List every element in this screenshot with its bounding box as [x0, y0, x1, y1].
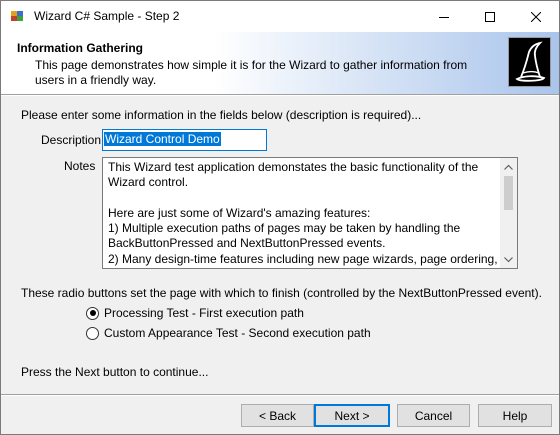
notes-label: Notes	[64, 159, 96, 173]
radio-button-checked[interactable]	[86, 306, 99, 320]
description-input-value: Wizard Control Demo	[104, 132, 221, 146]
app-icon	[10, 9, 24, 23]
scroll-up-button[interactable]	[500, 158, 517, 175]
description-label: Description	[41, 133, 102, 147]
close-icon	[531, 11, 541, 22]
scroll-down-button[interactable]	[500, 251, 517, 268]
radio-prompt: These radio buttons set the page with wh…	[21, 286, 542, 300]
notes-textarea[interactable]: This Wizard test application demonstates…	[102, 157, 518, 269]
chevron-down-icon	[504, 256, 513, 262]
minimize-button[interactable]	[421, 1, 467, 32]
footer-instruction: Press the Next button to continue...	[21, 365, 209, 379]
close-button[interactable]	[513, 1, 559, 32]
title-bar[interactable]: Wizard C# Sample - Step 2	[1, 1, 559, 32]
radio-option-label: Custom Appearance Test - Second executio…	[104, 326, 371, 340]
help-button[interactable]: Help	[478, 404, 552, 427]
cancel-button[interactable]: Cancel	[397, 404, 470, 427]
radio-option-processing-test[interactable]: Processing Test - First execution path	[86, 306, 304, 320]
page-title: Information Gathering	[17, 41, 143, 55]
window-title: Wizard C# Sample - Step 2	[34, 9, 180, 23]
maximize-icon	[485, 11, 495, 22]
next-button[interactable]: Next >	[314, 404, 390, 427]
intro-text: Please enter some information in the fie…	[21, 108, 422, 122]
maximize-button[interactable]	[467, 1, 513, 32]
description-input[interactable]: Wizard Control Demo	[102, 129, 267, 151]
minimize-icon	[439, 16, 449, 18]
wizard-hat-icon	[508, 37, 551, 87]
notes-scrollbar[interactable]	[500, 158, 517, 268]
scroll-thumb[interactable]	[504, 176, 513, 210]
back-button[interactable]: < Back	[241, 404, 314, 427]
radio-option-custom-appearance[interactable]: Custom Appearance Test - Second executio…	[86, 326, 371, 340]
chevron-up-icon	[504, 164, 513, 170]
radio-button-unchecked[interactable]	[86, 326, 99, 340]
header-banner: Information Gathering This page demonstr…	[1, 32, 559, 94]
page-description: This page demonstrates how simple it is …	[35, 58, 468, 87]
radio-option-label: Processing Test - First execution path	[104, 306, 304, 320]
wizard-window: Wizard C# Sample - Step 2 Information Ga…	[0, 0, 560, 435]
notes-textarea-value: This Wizard test application demonstates…	[108, 160, 498, 268]
